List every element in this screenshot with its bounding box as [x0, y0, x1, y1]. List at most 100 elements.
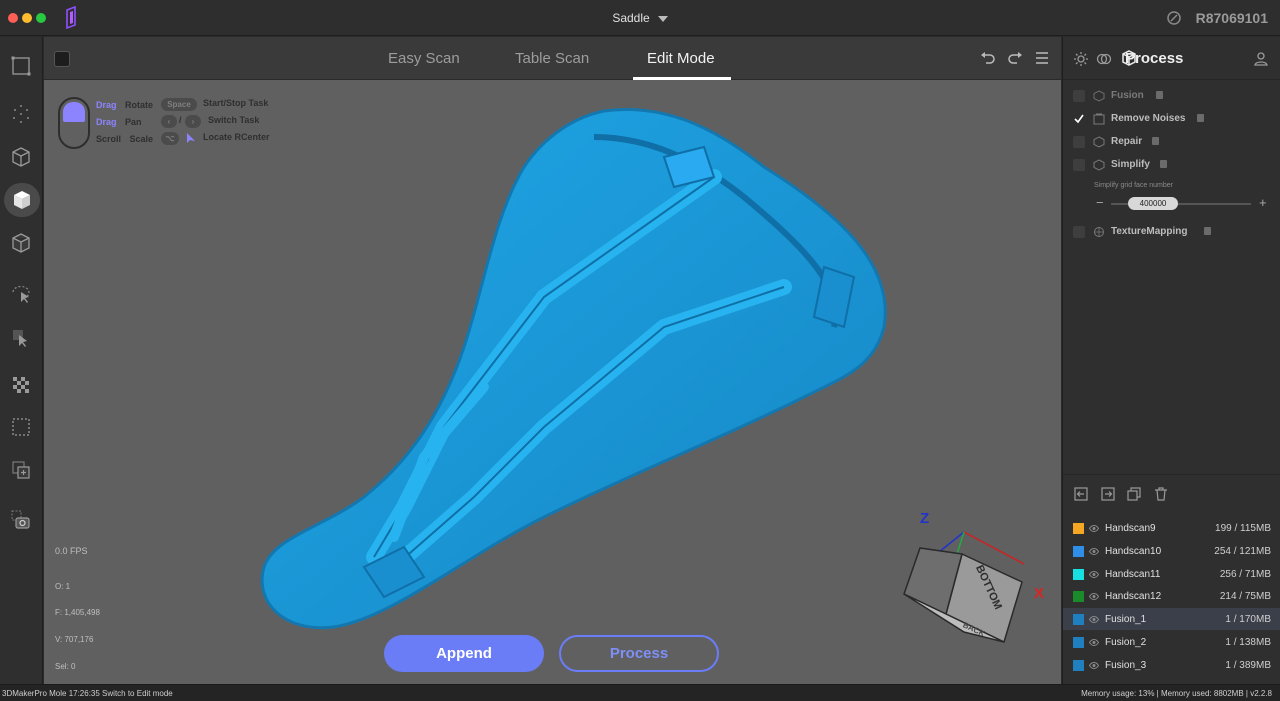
- dashed-box-icon: [12, 418, 30, 436]
- info-flag-icon[interactable]: [1204, 227, 1211, 235]
- lasso-select-button[interactable]: [4, 277, 38, 311]
- scan-list-item[interactable]: Fusion_3 1 / 389MB: [1063, 654, 1280, 676]
- point-cloud-icon: [13, 105, 29, 123]
- pointer-select-icon: [13, 330, 27, 347]
- user-settings-icon[interactable]: [1254, 51, 1270, 67]
- step-remove-noises[interactable]: Remove Noises: [1073, 110, 1273, 128]
- step-fusion-label: Fusion: [1111, 90, 1144, 101]
- document-title[interactable]: Saddle: [0, 11, 1280, 25]
- scan-color-swatch[interactable]: [1073, 523, 1084, 534]
- cursor-icon: [187, 133, 195, 143]
- step-fusion-checkbox[interactable]: [1073, 90, 1085, 102]
- scan-size: 214 / 75MB: [1219, 591, 1271, 602]
- info-flag-icon[interactable]: [1197, 114, 1204, 122]
- scan-color-swatch[interactable]: [1073, 546, 1084, 557]
- append-button[interactable]: Append: [384, 635, 544, 672]
- step-texture-mapping-checkbox[interactable]: [1073, 226, 1085, 238]
- fps-counter: 0.0 FPS: [55, 546, 88, 556]
- right-panel: Process Fusion Remove Noises Repair Simp…: [1062, 37, 1280, 684]
- remove-noises-icon: [1093, 113, 1105, 125]
- 3d-viewport[interactable]: Easy Scan Table Scan Edit Mode Drag Rota…: [44, 37, 1061, 684]
- panel-divider: [1063, 474, 1280, 475]
- visibility-icon[interactable]: [1089, 661, 1099, 670]
- point-cloud-tool-button[interactable]: [4, 97, 38, 131]
- step-remove-noises-checkbox[interactable]: [1073, 113, 1085, 125]
- layers-icon[interactable]: [1096, 51, 1112, 67]
- mesh-tool-button[interactable]: [4, 140, 38, 174]
- right-arrow-key-icon: ›: [185, 115, 201, 128]
- axis-x-label: X: [1034, 585, 1044, 602]
- visibility-icon[interactable]: [1089, 615, 1099, 624]
- scan-list-item[interactable]: Fusion_2 1 / 138MB: [1063, 631, 1280, 653]
- step-simplify[interactable]: Simplify: [1073, 156, 1273, 174]
- scan-name: Handscan9: [1105, 523, 1156, 534]
- step-repair-checkbox[interactable]: [1073, 136, 1085, 148]
- status-bar: 3DMakerPro Mole 17:26:35 Switch to Edit …: [0, 684, 1280, 701]
- scan-size: 1 / 389MB: [1225, 660, 1271, 671]
- stat-objects: O: 1: [55, 582, 71, 591]
- visibility-icon[interactable]: [1089, 570, 1099, 579]
- add-layer-button[interactable]: [4, 453, 38, 487]
- undo-icon[interactable]: [979, 49, 997, 67]
- box-select-button[interactable]: [4, 410, 38, 444]
- step-simplify-checkbox[interactable]: [1073, 159, 1085, 171]
- duplicate-icon[interactable]: [1126, 486, 1142, 502]
- scan-name: Fusion_1: [1105, 614, 1147, 625]
- scan-list-item[interactable]: Handscan11 256 / 71MB: [1063, 563, 1280, 585]
- view-options-icon[interactable]: [54, 51, 70, 67]
- redo-icon[interactable]: [1006, 49, 1024, 67]
- sun-icon[interactable]: [1073, 51, 1089, 67]
- solid-tool-button[interactable]: [4, 183, 40, 217]
- frame-select-icon: [11, 56, 31, 76]
- tab-table-scan[interactable]: Table Scan: [515, 50, 589, 67]
- scan-color-swatch[interactable]: [1073, 660, 1084, 671]
- orientation-cube[interactable]: Z X Y BOTTOM BACK: [894, 492, 1054, 662]
- scan-list-item[interactable]: Handscan9 199 / 115MB: [1063, 517, 1280, 539]
- scan-color-swatch[interactable]: [1073, 637, 1084, 648]
- snapshot-button[interactable]: [4, 503, 38, 537]
- visibility-icon[interactable]: [1089, 547, 1099, 556]
- axis-z-label: Z: [920, 510, 929, 527]
- scan-color-swatch[interactable]: [1073, 614, 1084, 625]
- step-texture-mapping[interactable]: TextureMapping: [1073, 223, 1273, 241]
- scan-list-item[interactable]: Handscan12 214 / 75MB: [1063, 585, 1280, 607]
- scan-list-item[interactable]: Fusion_1 1 / 170MB: [1063, 608, 1280, 630]
- solid-cube-icon: [14, 191, 30, 209]
- scan-size: 1 / 170MB: [1225, 614, 1271, 625]
- visibility-icon[interactable]: [1089, 638, 1099, 647]
- step-repair[interactable]: Repair: [1073, 133, 1273, 151]
- tab-easy-scan[interactable]: Easy Scan: [388, 50, 460, 67]
- scan-list-item[interactable]: Handscan10 254 / 121MB: [1063, 540, 1280, 562]
- frame-tool-button[interactable]: [4, 49, 38, 83]
- stat-selected: Sel: 0: [55, 662, 76, 671]
- lasso-select-icon: [12, 285, 30, 303]
- simplify-increase-button[interactable]: +: [1259, 195, 1267, 210]
- help-drag-rotate-key: Drag: [96, 100, 117, 110]
- import-icon[interactable]: [1073, 486, 1089, 502]
- trash-icon[interactable]: [1153, 486, 1169, 502]
- controls-help-overlay: Drag Rotate Drag Pan Scroll Scale Space …: [58, 95, 298, 155]
- step-repair-label: Repair: [1111, 136, 1143, 147]
- help-rotate-label: Rotate: [125, 100, 154, 110]
- export-icon[interactable]: [1100, 486, 1116, 502]
- visibility-icon[interactable]: [1089, 524, 1099, 533]
- process-button[interactable]: Process: [559, 635, 719, 672]
- pick-select-button[interactable]: [4, 321, 38, 355]
- checker-tool-button[interactable]: [4, 368, 38, 402]
- scan-name: Handscan11: [1105, 569, 1161, 580]
- info-flag-icon[interactable]: [1156, 91, 1163, 99]
- tab-edit-mode[interactable]: Edit Mode: [647, 50, 715, 67]
- simplify-face-number-input[interactable]: 400000: [1128, 197, 1178, 210]
- scan-color-swatch[interactable]: [1073, 569, 1084, 580]
- camera-icon: [11, 510, 30, 529]
- scan-size: 199 / 115MB: [1215, 523, 1271, 534]
- step-fusion[interactable]: Fusion: [1073, 87, 1273, 105]
- simplify-decrease-button[interactable]: −: [1096, 195, 1104, 210]
- texture-tool-button[interactable]: [4, 226, 38, 260]
- menu-icon[interactable]: [1033, 49, 1051, 67]
- mouse-icon: [58, 97, 90, 149]
- visibility-icon[interactable]: [1089, 592, 1099, 601]
- info-flag-icon[interactable]: [1160, 160, 1167, 168]
- scan-color-swatch[interactable]: [1073, 591, 1084, 602]
- info-flag-icon[interactable]: [1152, 137, 1159, 145]
